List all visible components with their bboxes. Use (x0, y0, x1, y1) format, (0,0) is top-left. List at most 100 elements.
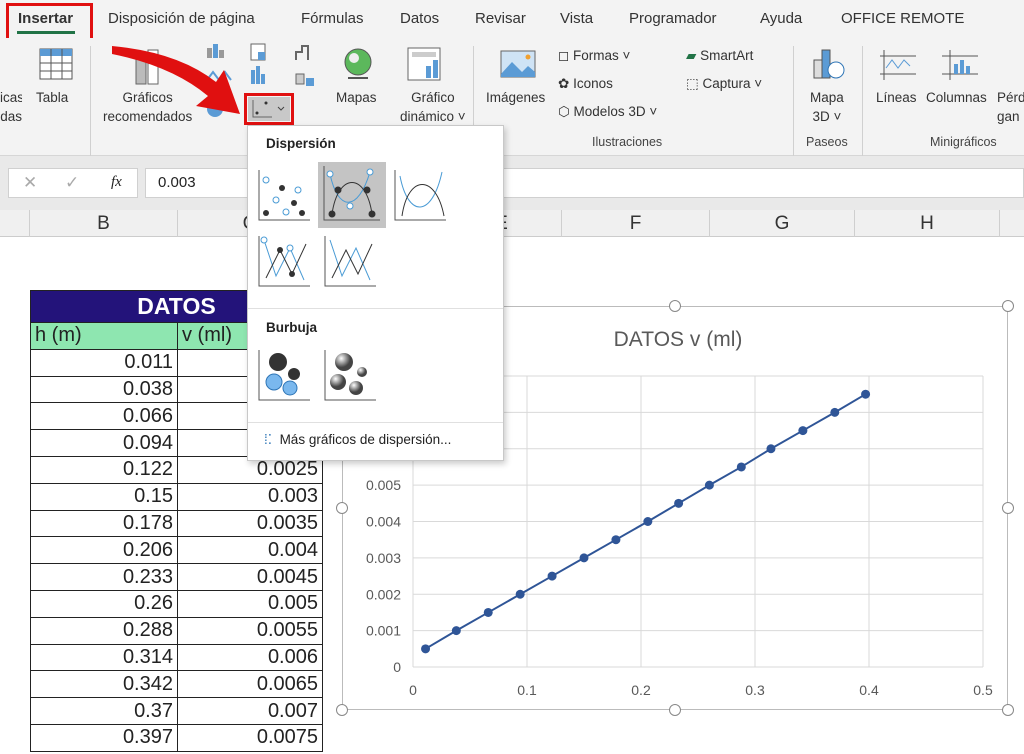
column-header-f[interactable]: F (562, 210, 710, 237)
cell-v[interactable]: 0.007 (177, 697, 323, 725)
cell-v[interactable]: 0.005 (177, 589, 323, 618)
captura-button[interactable]: ⬚ Captura ˅ (686, 74, 762, 93)
table-row: 0.397 0.0075 (30, 723, 323, 752)
formula-bar: ✕ ✓ fx 0.003 (0, 156, 1024, 210)
pivot-chart-icon (407, 47, 441, 81)
x-tick-label: 0.3 (745, 682, 765, 698)
cell-h[interactable]: 0.206 (30, 536, 178, 565)
scatter-smooth-markers-option[interactable] (318, 162, 386, 228)
smooth-markers-icon (323, 166, 380, 221)
cell-v[interactable]: 0.0055 (177, 616, 323, 645)
table-icon (39, 48, 73, 80)
resize-handle[interactable] (336, 704, 348, 716)
insert-function-icon[interactable]: fx (111, 174, 122, 191)
bubble-option[interactable] (256, 348, 312, 404)
waterfall-icons[interactable] (294, 44, 324, 94)
data-point (736, 462, 746, 472)
x-tick-label: 0.4 (859, 682, 879, 698)
enter-icon[interactable]: ✓ (65, 173, 79, 193)
cell-h[interactable]: 0.094 (30, 429, 178, 457)
data-point (674, 498, 684, 508)
tab-revisar[interactable]: Revisar (475, 10, 526, 27)
y-tick-label: 0.002 (366, 586, 401, 602)
formas-button[interactable]: ◻︎ Formas ˅ (558, 46, 630, 65)
column-header-b[interactable]: B (30, 210, 178, 237)
tab-programador[interactable]: Programador (629, 10, 717, 27)
resize-handle[interactable] (1002, 704, 1014, 716)
cell-h[interactable]: 0.314 (30, 643, 178, 672)
scatter-icon (252, 100, 285, 118)
tablas-dinamicas-partial[interactable]: icas das (0, 88, 22, 126)
cell-v[interactable]: 0.003 (177, 482, 323, 511)
cell-v[interactable]: 0.004 (177, 536, 323, 565)
data-point (547, 571, 557, 581)
cell-h[interactable]: 0.26 (30, 589, 178, 618)
modelos3d-button[interactable]: ⬡ Modelos 3D ˅ (558, 102, 657, 121)
iconos-button[interactable]: ✿ Iconos (558, 74, 613, 93)
cell-h[interactable]: 0.066 (30, 402, 178, 431)
resize-handle[interactable] (336, 502, 348, 514)
lineas-button[interactable]: Líneas (876, 88, 917, 107)
scatter-straight-markers-option[interactable] (256, 234, 312, 290)
mapa3d-button[interactable]: Mapa 3D ˅ (810, 88, 844, 126)
tab-datos[interactable]: Datos (400, 10, 439, 27)
cell-v[interactable]: 0.0035 (177, 509, 323, 538)
formas-label: Formas ˅ (572, 48, 631, 63)
x-tick-label: 0.5 (973, 682, 993, 698)
table-row: 0.26 0.005 (30, 589, 323, 618)
sparkline-line-icon (880, 50, 916, 80)
x-tick-label: 0.1 (517, 682, 537, 698)
tab-vista[interactable]: Vista (560, 10, 593, 27)
imagenes-button[interactable]: Imágenes (486, 88, 545, 107)
cell-h[interactable]: 0.15 (30, 482, 178, 511)
table-row: 0.15 0.003 (30, 482, 323, 511)
data-point (611, 535, 621, 545)
perdidas-ganancias-button[interactable]: Pérd gan (997, 88, 1024, 126)
formula-controls: ✕ ✓ fx (8, 168, 138, 198)
header-h[interactable]: h (m) (30, 322, 178, 350)
cell-h[interactable]: 0.397 (30, 723, 178, 752)
scatter-straight-lines-option[interactable] (322, 234, 378, 290)
more-scatter-charts-link[interactable]: ⁞⁚ Más gráficos de dispersión... (264, 432, 451, 448)
cell-v[interactable]: 0.0045 (177, 563, 323, 591)
bubble-3d-option[interactable] (322, 348, 378, 404)
cell-v[interactable]: 0.0075 (177, 723, 323, 752)
resize-handle[interactable] (669, 704, 681, 716)
cell-h[interactable]: 0.288 (30, 616, 178, 645)
table-row: 0.314 0.006 (30, 643, 323, 672)
tab-ayuda[interactable]: Ayuda (760, 10, 802, 27)
cell-h[interactable]: 0.011 (30, 348, 178, 377)
highlight-insertar (6, 3, 93, 43)
tab-office-remote[interactable]: OFFICE REMOTE (841, 10, 964, 27)
cell-h[interactable]: 0.37 (30, 697, 178, 725)
resize-handle[interactable] (1002, 300, 1014, 312)
cell-v[interactable]: 0.006 (177, 643, 323, 672)
image-icon (500, 50, 536, 78)
column-header-g[interactable]: G (710, 210, 855, 237)
scatter-smooth-lines-option[interactable] (392, 168, 448, 224)
data-point (766, 444, 776, 454)
cell-h[interactable]: 0.178 (30, 509, 178, 538)
columnas-button[interactable]: Columnas (926, 88, 987, 107)
tab-formulas[interactable]: Fórmulas (301, 10, 364, 27)
divider (248, 308, 503, 309)
resize-handle[interactable] (1002, 502, 1014, 514)
cell-h[interactable]: 0.122 (30, 455, 178, 484)
grafico-dinamico-button[interactable]: Gráfico dinámico ˅ (400, 88, 466, 126)
scatter-markers-option[interactable] (256, 168, 312, 224)
cell-h[interactable]: 0.233 (30, 563, 178, 591)
data-point (515, 589, 525, 599)
tabla-button[interactable]: Tabla (36, 88, 68, 107)
resize-handle[interactable] (669, 300, 681, 312)
data-point (643, 517, 653, 526)
column-header-h[interactable]: H (855, 210, 1000, 237)
cell-h[interactable]: 0.342 (30, 670, 178, 699)
scatter-chart-button[interactable] (248, 97, 290, 121)
cell-h[interactable]: 0.038 (30, 375, 178, 404)
tab-disposicion[interactable]: Disposición de página (108, 10, 255, 27)
cancel-icon[interactable]: ✕ (23, 173, 37, 193)
mapas-button[interactable]: Mapas (336, 88, 377, 107)
scatter-dropdown: Dispersión Burbuja ⁞⁚ Más gráficos de di… (247, 125, 504, 461)
cell-v[interactable]: 0.0065 (177, 670, 323, 699)
smartart-button[interactable]: ▰ SmartArt (686, 46, 753, 65)
